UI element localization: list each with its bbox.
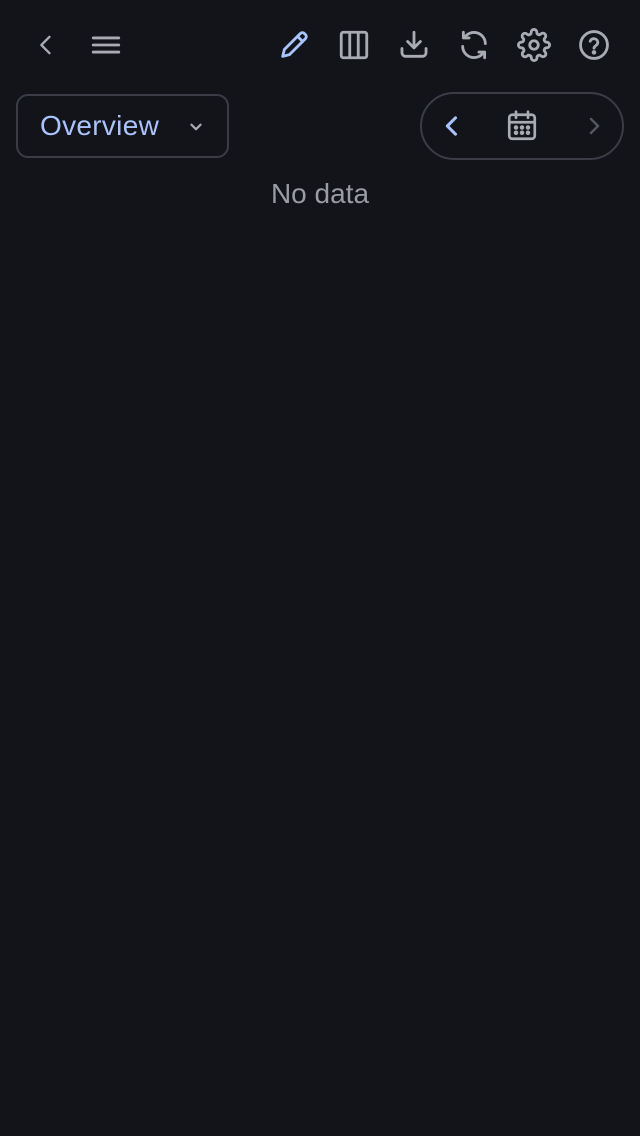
back-icon <box>40 35 51 55</box>
columns-icon <box>339 30 369 60</box>
calendar-button[interactable] <box>492 94 552 158</box>
date-navigator <box>420 92 624 160</box>
help-icon <box>579 30 609 60</box>
edit-icon <box>281 31 308 58</box>
chevron-left-icon <box>445 116 458 136</box>
menu-icon <box>91 36 121 54</box>
chevron-down-icon <box>190 123 202 131</box>
top-toolbar <box>0 15 640 75</box>
empty-state-text: No data <box>270 178 370 209</box>
view-selector[interactable]: Overview <box>16 94 229 158</box>
download-button[interactable] <box>384 15 444 75</box>
refresh-icon <box>461 30 487 60</box>
view-selector-label: Overview <box>40 110 160 141</box>
download-icon <box>400 30 428 58</box>
edit-button[interactable] <box>264 15 324 75</box>
back-button[interactable] <box>16 15 76 75</box>
settings-button[interactable] <box>504 15 564 75</box>
chevron-right-icon <box>589 117 600 135</box>
previous-period-button[interactable] <box>422 94 482 158</box>
columns-button[interactable] <box>324 15 384 75</box>
next-period-button[interactable] <box>564 94 624 158</box>
app-screen: Overview No data <box>0 0 640 1136</box>
help-button[interactable] <box>564 15 624 75</box>
settings-icon <box>517 28 551 62</box>
refresh-button[interactable] <box>444 15 504 75</box>
calendar-icon <box>507 110 537 141</box>
menu-button[interactable] <box>76 15 136 75</box>
